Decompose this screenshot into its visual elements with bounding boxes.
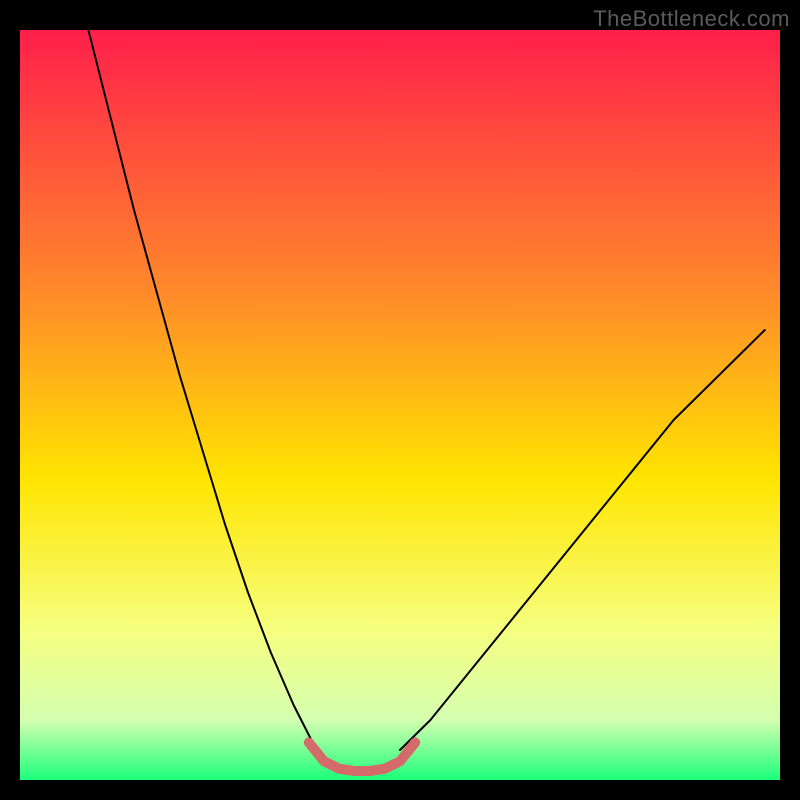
plot-area: [20, 30, 780, 780]
gradient-background: [20, 30, 780, 780]
chart-frame: TheBottleneck.com: [0, 0, 800, 800]
watermark-label: TheBottleneck.com: [593, 6, 790, 32]
bottleneck-chart: [20, 30, 780, 780]
